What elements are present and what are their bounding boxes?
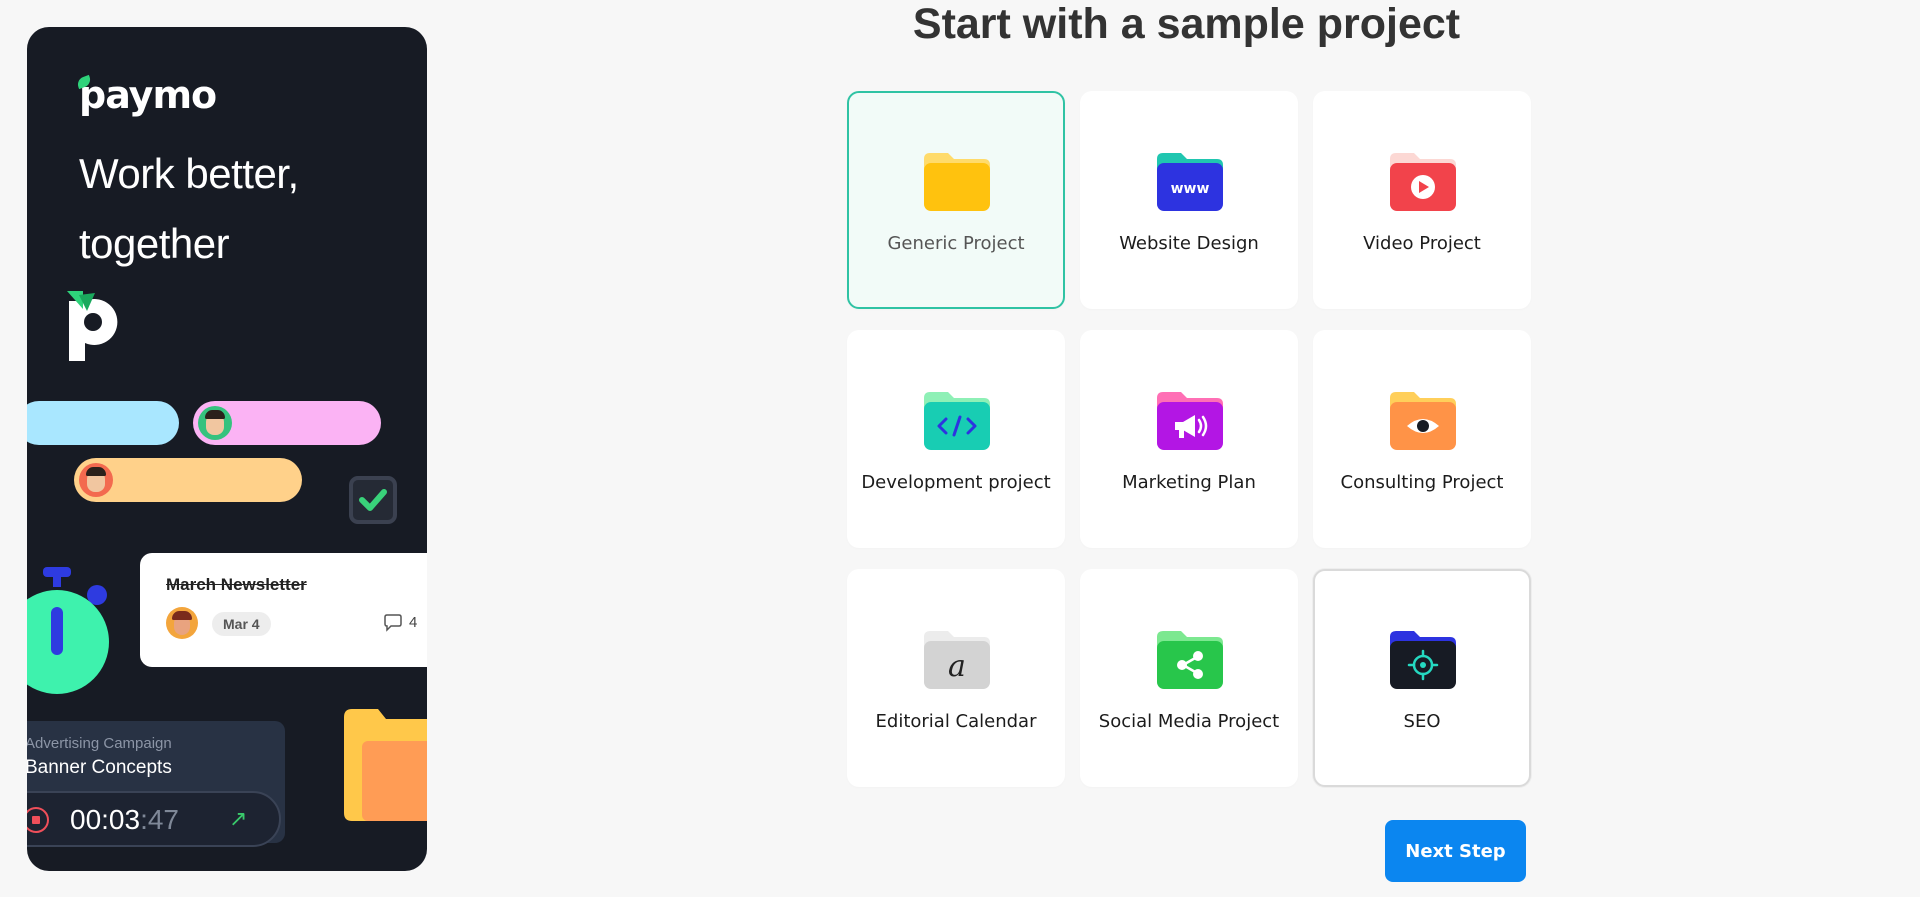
promo-panel: paymo Work better, together March Newsle…: [27, 27, 427, 871]
project-option-label: Generic Project: [887, 233, 1025, 254]
task-card: March Newsletter Mar 4 4: [140, 553, 427, 667]
play-folder-icon: [1390, 153, 1456, 211]
project-option-consulting[interactable]: Consulting Project: [1313, 330, 1531, 548]
project-option-label: Consulting Project: [1340, 472, 1504, 493]
svg-text:a: a: [948, 649, 966, 684]
avatar: [79, 463, 113, 497]
project-option-label: Video Project: [1363, 233, 1481, 254]
due-date-badge: Mar 4: [212, 612, 271, 636]
time-tracker-card: Advertising Campaign Banner Concepts 00:…: [27, 721, 285, 847]
project-option-label: Development project: [861, 472, 1051, 493]
avatar: [198, 406, 232, 440]
checked-checkbox-icon: [349, 476, 397, 524]
timeline-bar-blue: [27, 401, 179, 445]
folder-icon: [344, 709, 427, 821]
target-folder-icon: [1390, 631, 1456, 689]
stop-icon: [27, 807, 49, 833]
project-option-marketing-plan[interactable]: Marketing Plan: [1080, 330, 1298, 548]
svg-text:www: www: [1171, 181, 1210, 197]
next-step-button[interactable]: Next Step: [1385, 820, 1526, 882]
project-option-seo[interactable]: SEO: [1313, 569, 1531, 787]
timer-hours-minutes: 00:03: [70, 804, 141, 835]
timeline-bar-pink: [193, 401, 381, 445]
avatar: [166, 607, 198, 639]
sample-project-grid: Generic Project www Website Design Video…: [847, 91, 1533, 787]
arrow-up-right-icon: ↗: [229, 807, 248, 832]
comment-count: 4: [409, 614, 418, 631]
paymo-p-mark-icon: [67, 291, 118, 361]
project-option-label: Editorial Calendar: [875, 711, 1037, 732]
project-option-website-design[interactable]: www Website Design: [1080, 91, 1298, 309]
paymo-logo: paymo: [75, 73, 217, 117]
task-title: March Newsletter: [166, 575, 307, 594]
eye-folder-icon: [1390, 392, 1456, 450]
project-option-label: SEO: [1403, 711, 1441, 732]
time-entry-project: Advertising Campaign: [27, 735, 172, 752]
project-option-label: Social Media Project: [1098, 711, 1280, 732]
time-entry-task: Banner Concepts: [27, 757, 172, 778]
logo-text: paymo: [79, 73, 217, 117]
project-option-label: Marketing Plan: [1122, 472, 1256, 493]
timeline-bar-orange: [74, 458, 302, 502]
pen-folder-icon: a: [924, 631, 990, 689]
timer-bar: 00:03:47 ↗: [27, 791, 281, 847]
stopwatch-icon: [27, 567, 109, 694]
project-option-label: Website Design: [1119, 233, 1259, 254]
promo-tagline: Work better, together: [79, 150, 299, 267]
project-option-social-media[interactable]: Social Media Project: [1080, 569, 1298, 787]
project-option-development[interactable]: Development project: [847, 330, 1065, 548]
code-folder-icon: [924, 392, 990, 450]
comment-icon: [384, 614, 402, 632]
project-option-video[interactable]: Video Project: [1313, 91, 1531, 309]
share-folder-icon: [1157, 631, 1223, 689]
project-option-editorial-calendar[interactable]: a Editorial Calendar: [847, 569, 1065, 787]
timer-display: 00:03:47: [70, 804, 179, 836]
www-folder-icon: www: [1157, 153, 1223, 211]
project-option-generic[interactable]: Generic Project: [847, 91, 1065, 309]
yellow-folder-icon: [924, 153, 990, 211]
megaphone-folder-icon: [1157, 392, 1223, 450]
page-title: Start with a sample project: [912, 0, 1461, 48]
timer-seconds: :47: [140, 804, 180, 835]
